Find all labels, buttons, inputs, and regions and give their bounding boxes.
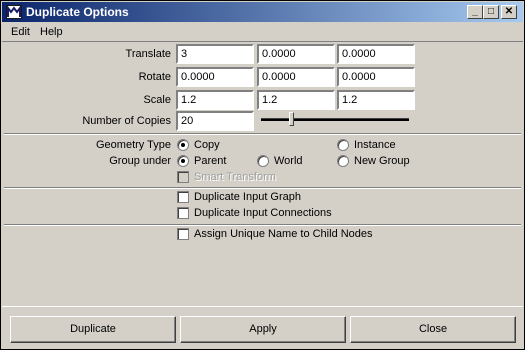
translate-z-field[interactable] [337, 44, 415, 64]
geometry-copy-radio[interactable] [177, 139, 189, 151]
scale-label: Scale [143, 94, 171, 106]
rotate-y-field[interactable] [257, 67, 335, 87]
duplicate-input-graph-checkbox[interactable] [177, 191, 189, 203]
close-button[interactable]: Close [350, 316, 516, 343]
duplicate-options-window: Duplicate Options _ □ ✕ Edit Help Transl… [0, 0, 525, 350]
maximize-button[interactable]: □ [483, 5, 499, 19]
translate-y-field[interactable] [257, 44, 335, 64]
rotate-x-field[interactable] [176, 67, 254, 87]
rotate-z-field[interactable] [337, 67, 415, 87]
window-title: Duplicate Options [26, 5, 129, 19]
number-of-copies-label: Number of Copies [82, 115, 171, 127]
minimize-button[interactable]: _ [467, 5, 483, 19]
separator-1 [4, 133, 521, 135]
geometry-instance-label: Instance [354, 139, 396, 151]
apply-button[interactable]: Apply [180, 316, 346, 343]
copies-slider-track[interactable] [261, 118, 409, 121]
duplicate-input-connections-label: Duplicate Input Connections [194, 207, 332, 219]
maya-app-icon [6, 5, 22, 19]
options-panel: Translate Rotate Scale Number of Copies … [2, 41, 523, 307]
assign-unique-name-checkbox[interactable] [177, 228, 189, 240]
group-under-label: Group under [109, 155, 171, 167]
title-bar[interactable]: Duplicate Options _ □ ✕ [2, 2, 523, 22]
scale-x-field[interactable] [176, 90, 254, 110]
geometry-instance-radio[interactable] [337, 139, 349, 151]
geometry-copy-label: Copy [194, 139, 220, 151]
smart-transform-label: Smart Transform [194, 171, 276, 183]
group-new-group-radio[interactable] [337, 155, 349, 167]
assign-unique-name-label: Assign Unique Name to Child Nodes [194, 228, 373, 240]
rotate-label: Rotate [138, 71, 171, 83]
translate-x-field[interactable] [176, 44, 254, 64]
group-world-radio[interactable] [257, 155, 269, 167]
menu-bar: Edit Help [2, 23, 523, 41]
group-parent-label: Parent [194, 155, 227, 167]
group-world-label: World [274, 155, 303, 167]
group-new-group-label: New Group [354, 155, 410, 167]
radio-selected-dot [181, 143, 185, 147]
radio-selected-dot [181, 159, 185, 163]
close-window-button[interactable]: ✕ [501, 5, 517, 19]
scale-y-field[interactable] [257, 90, 335, 110]
geometry-type-label: Geometry Type [96, 139, 171, 151]
duplicate-input-graph-label: Duplicate Input Graph [194, 191, 302, 203]
smart-transform-checkbox[interactable] [177, 171, 189, 183]
translate-label: Translate [125, 48, 171, 60]
separator-2 [4, 187, 521, 189]
duplicate-button[interactable]: Duplicate [10, 316, 176, 343]
separator-3 [4, 224, 521, 226]
scale-z-field[interactable] [337, 90, 415, 110]
menu-edit[interactable]: Edit [11, 25, 30, 39]
duplicate-input-connections-checkbox[interactable] [177, 207, 189, 219]
menu-help[interactable]: Help [40, 25, 63, 39]
group-parent-radio[interactable] [177, 155, 189, 167]
number-of-copies-field[interactable] [176, 111, 254, 131]
copies-slider-thumb[interactable] [289, 112, 294, 126]
